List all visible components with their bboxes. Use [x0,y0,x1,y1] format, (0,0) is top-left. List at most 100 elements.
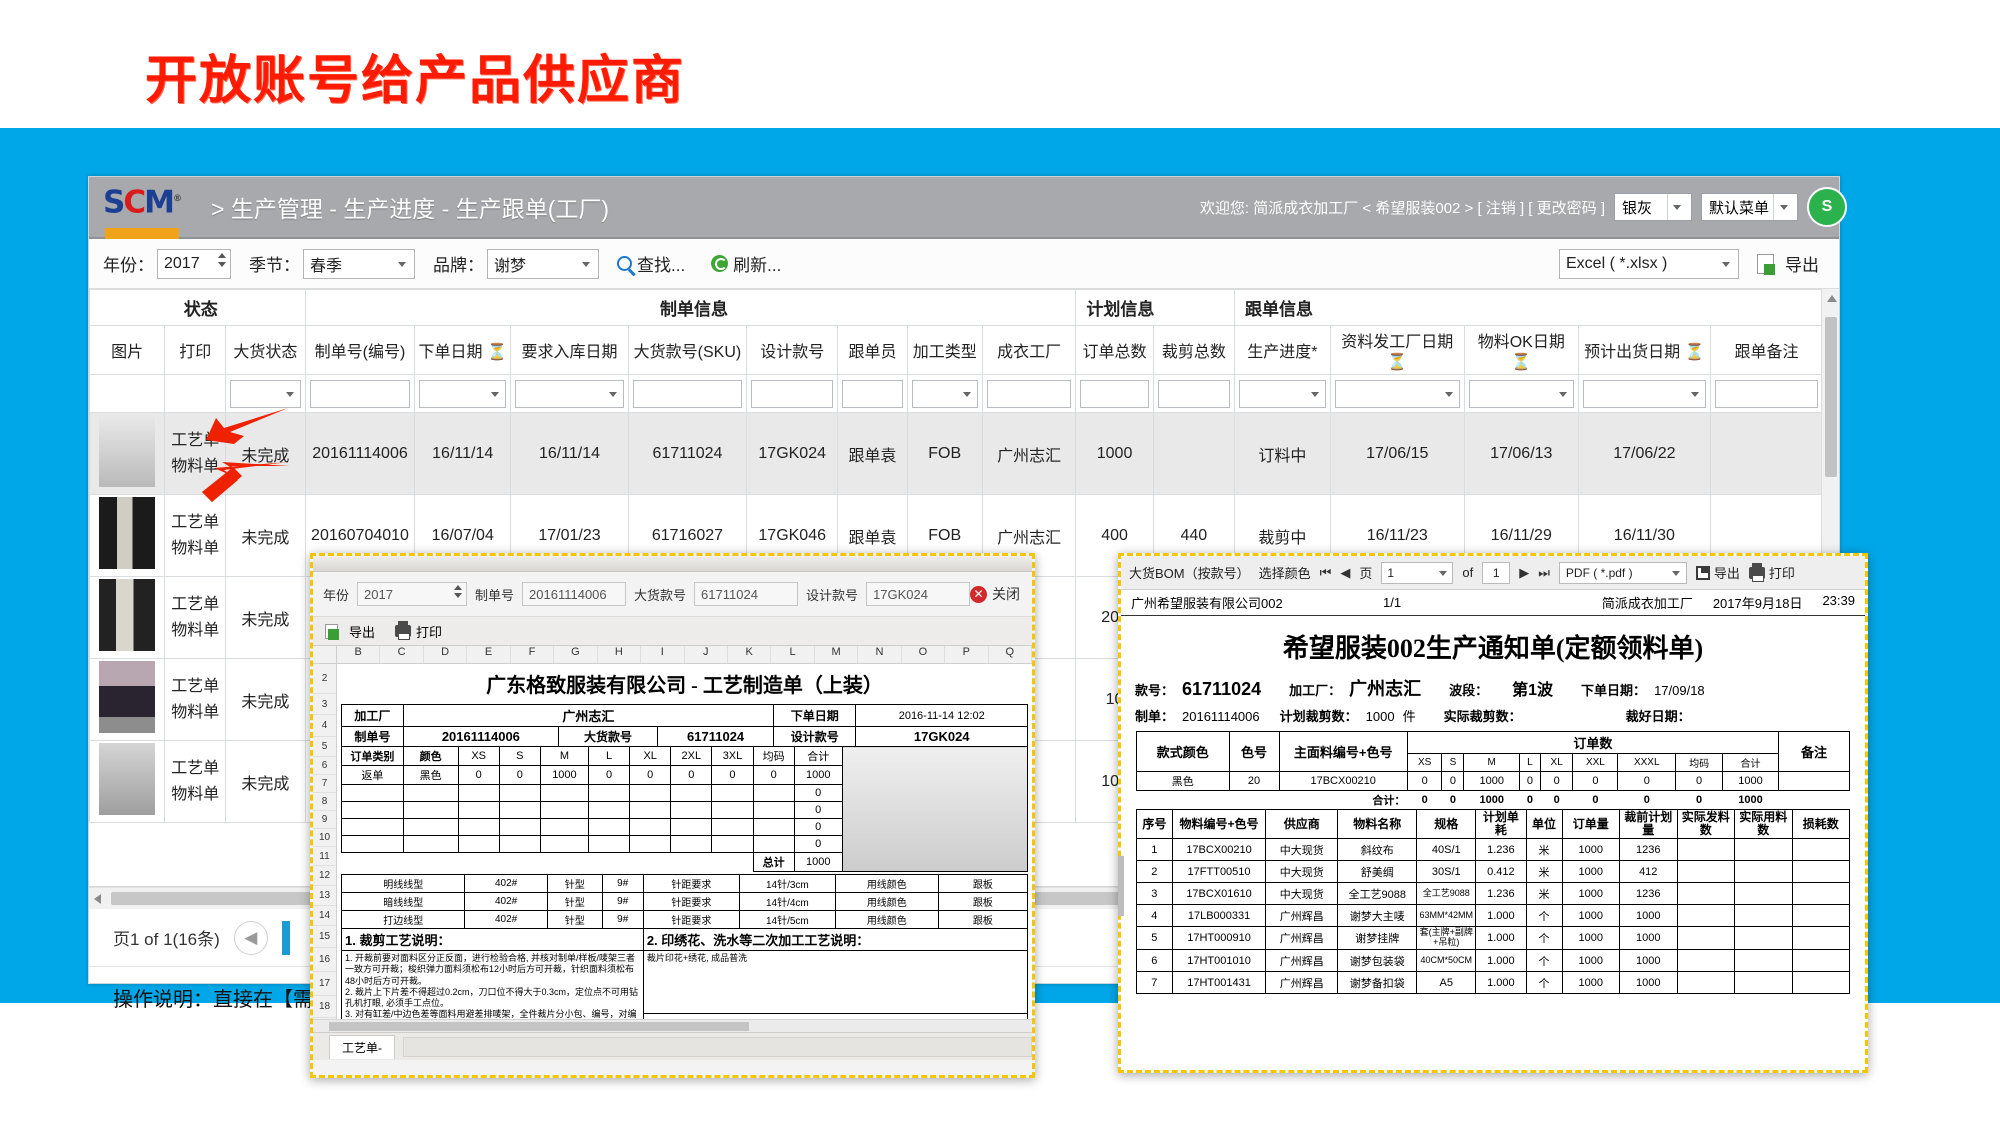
col-N[interactable]: N [858,646,902,663]
rownum[interactable]: 3 [313,694,336,715]
col-send-date[interactable]: 资料发工厂日期 ⏳ [1329,325,1465,375]
filter-design-no[interactable] [745,374,839,413]
rownum[interactable]: 9 [313,811,336,829]
col-progress[interactable]: 生产进度* [1234,325,1331,375]
craft-sku-field[interactable]: 61711024 [694,582,799,606]
col-J[interactable]: J [685,646,728,663]
col-process-type[interactable]: 加工类型 [906,325,983,375]
row-thumbnail[interactable] [89,658,166,741]
craft-design-field[interactable]: 17GK024 [866,582,971,606]
prev-page-icon[interactable]: ◀ [1340,565,1350,581]
filter-ship-date[interactable] [1577,374,1711,413]
rownum[interactable]: 15 [313,926,336,948]
filter-follower[interactable] [837,374,908,413]
col-B[interactable]: B [337,646,381,663]
col-M[interactable]: M [815,646,859,663]
season-select[interactable]: 春季 [303,248,415,279]
filter-process-type[interactable] [906,374,983,413]
filter-order-no[interactable] [304,374,416,413]
rownum[interactable]: 10 [313,829,336,847]
refresh-button[interactable]: 刷新... [711,251,781,276]
col-req-date[interactable]: 要求入库日期 [510,325,629,375]
rownum[interactable]: 13 [313,886,336,906]
row-thumbnail[interactable] [89,412,166,495]
col-order-qty[interactable]: 订单总数 [1075,325,1154,375]
craft-year-stepper[interactable]: 2017 [357,582,468,606]
export-button[interactable]: 导出 [1757,251,1819,276]
rownum[interactable]: 14 [313,906,336,926]
table-row[interactable]: 工艺单 物料单 未完成 20161114006 16/11/14 16/11/1… [89,412,1824,495]
col-I[interactable]: I [641,646,685,663]
bom-color-select[interactable]: 选择颜色 [1259,563,1311,582]
rownum[interactable]: 11 [313,847,336,866]
row-thumbnail[interactable] [89,494,166,577]
row-print-links[interactable]: 工艺单 物料单 [164,412,227,495]
filter-send-date[interactable] [1329,374,1465,413]
filter-sku[interactable] [627,374,747,413]
col-K[interactable]: K [728,646,772,663]
craft-orderno-field[interactable]: 20161114006 [522,582,627,606]
rownum[interactable]: 2 [313,664,336,694]
col-sku[interactable]: 大货款号(SKU) [627,325,747,375]
rownum[interactable]: 7 [313,775,336,793]
search-button[interactable]: 查找... [617,251,685,276]
bom-format-select[interactable]: PDF ( *.pdf ) [1558,561,1687,584]
row-print-links[interactable]: 工艺单 物料单 [164,576,227,659]
rownum[interactable]: 17 [313,972,336,996]
col-D[interactable]: D [424,646,468,663]
filter-progress[interactable] [1234,374,1331,413]
row-print-links[interactable]: 工艺单 物料单 [164,740,227,823]
last-page-icon[interactable]: ⏭ [1538,565,1550,581]
col-remark[interactable]: 跟单备注 [1709,325,1824,375]
filter-cut-qty[interactable] [1152,374,1236,413]
rownum[interactable]: 12 [313,866,336,886]
col-F[interactable]: F [511,646,555,663]
row-thumbnail[interactable] [89,576,166,659]
bom-print-button[interactable]: 打印 [1748,562,1795,582]
filter-factory[interactable] [981,374,1077,413]
rownum[interactable]: 4 [313,715,336,737]
rownum[interactable]: 16 [313,948,336,972]
craft-export-button[interactable]: 导出 [325,622,375,641]
col-H[interactable]: H [598,646,642,663]
filter-order-qty[interactable] [1075,374,1154,413]
col-P[interactable]: P [945,646,989,663]
filter-order-date[interactable] [414,374,511,413]
col-status[interactable]: 大货状态 [225,325,306,375]
filter-status[interactable] [225,374,306,413]
menu-select[interactable]: 默认菜单 [1700,193,1798,221]
scrollbar-thumb[interactable] [1825,317,1837,477]
scrollbar-thumb[interactable] [329,1022,749,1031]
sheet-horizontal-scrollbar[interactable] [313,1019,1032,1032]
rownum[interactable]: 5 [313,737,336,757]
brand-select[interactable]: 谢梦 [487,248,599,279]
rownum[interactable]: 8 [313,793,336,811]
col-E[interactable]: E [467,646,511,663]
filter-remark[interactable] [1709,374,1824,413]
first-page-icon[interactable]: ⏮ [1320,565,1332,581]
theme-select[interactable]: 银灰 [1613,193,1692,221]
col-print[interactable]: 打印 [164,325,227,375]
rownum[interactable]: 18 [313,996,336,1018]
bom-scroll-indicator[interactable] [1118,856,1124,916]
col-follower[interactable]: 跟单员 [837,325,908,375]
col-order-date[interactable]: 下单日期 ⏳ [414,325,511,375]
col-ship-date[interactable]: 预计出货日期 ⏳ [1577,325,1711,375]
bom-export-button[interactable]: 导出 [1695,563,1740,582]
filter-material-ok[interactable] [1463,374,1579,413]
row-print-links[interactable]: 工艺单 物料单 [164,658,227,741]
col-Q[interactable]: Q [989,646,1032,663]
col-cut-qty[interactable]: 裁剪总数 [1152,325,1236,375]
prev-page-button[interactable]: ◀ [233,920,268,955]
scroll-up-icon[interactable] [1827,295,1837,302]
col-material-ok-date[interactable]: 物料OK日期 ⏳ [1463,325,1579,375]
col-O[interactable]: O [902,646,946,663]
next-page-icon[interactable]: ▶ [1519,565,1529,581]
col-L[interactable]: L [771,646,815,663]
user-badge[interactable]: S [1807,187,1847,227]
col-image[interactable]: 图片 [89,325,166,375]
col-G[interactable]: G [554,646,598,663]
col-design-no[interactable]: 设计款号 [745,325,839,375]
year-stepper[interactable]: 2017 [157,248,231,279]
export-format-select[interactable]: Excel ( *.xlsx ) [1559,248,1739,279]
